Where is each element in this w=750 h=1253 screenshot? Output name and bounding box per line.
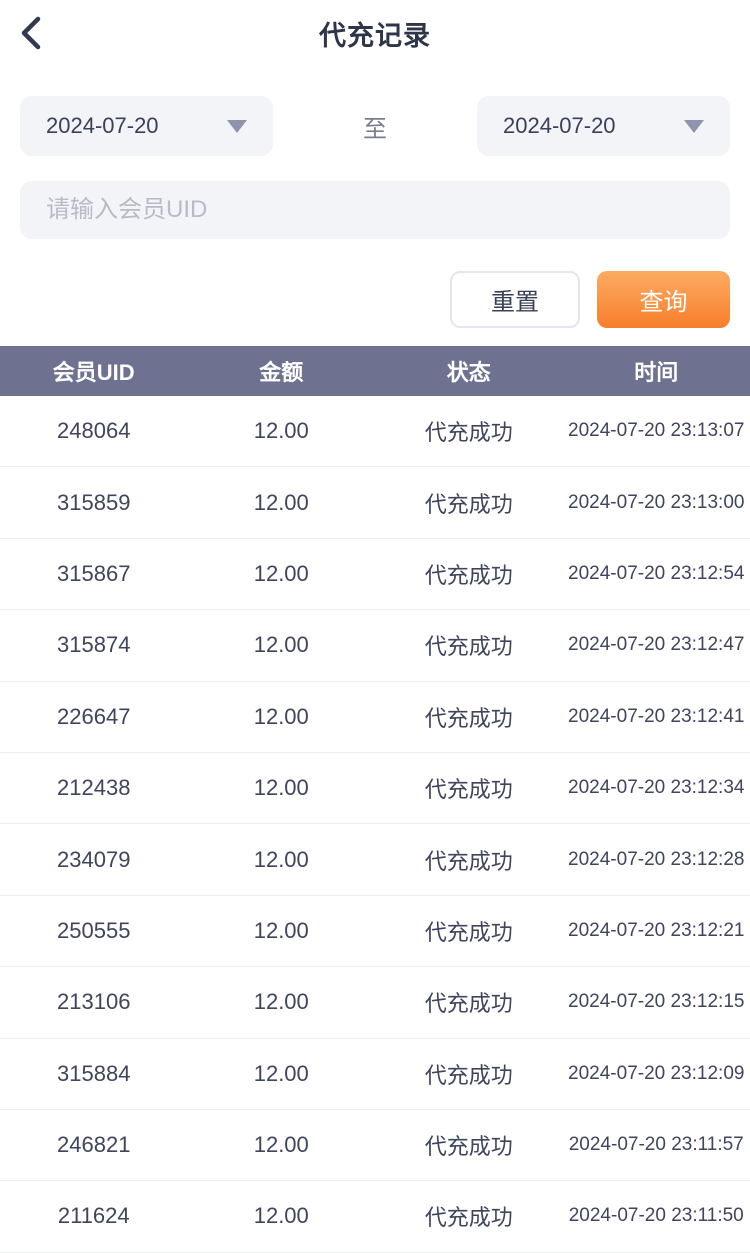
back-chevron-icon <box>19 15 43 51</box>
cell-amount: 12.00 <box>188 561 376 587</box>
cell-time: 2024-07-20 23:12:47 <box>563 634 750 656</box>
cell-time: 2024-07-20 23:11:57 <box>563 1134 750 1156</box>
cell-uid: 211624 <box>0 1203 188 1229</box>
cell-time: 2024-07-20 23:12:34 <box>563 777 750 799</box>
chevron-down-icon <box>684 120 704 133</box>
nav-bar: 代充记录 <box>0 0 750 66</box>
cell-amount: 12.00 <box>188 1061 376 1087</box>
chevron-down-icon <box>227 120 247 133</box>
cell-status: 代充成功 <box>375 1200 563 1232</box>
cell-status: 代充成功 <box>375 629 563 661</box>
cell-uid: 226647 <box>0 704 188 730</box>
table-row: 24806412.00代充成功2024-07-20 23:13:07 <box>0 396 750 467</box>
page-title: 代充记录 <box>319 14 431 53</box>
date-from-picker[interactable]: 2024-07-20 <box>20 96 273 156</box>
cell-time: 2024-07-20 23:11:50 <box>563 1205 750 1227</box>
cell-amount: 12.00 <box>188 704 376 730</box>
cell-time: 2024-07-20 23:12:15 <box>563 991 750 1013</box>
cell-amount: 12.00 <box>188 989 376 1015</box>
cell-amount: 12.00 <box>188 847 376 873</box>
cell-status: 代充成功 <box>375 915 563 947</box>
table-row: 31588412.00代充成功2024-07-20 23:12:09 <box>0 1039 750 1110</box>
cell-status: 代充成功 <box>375 487 563 519</box>
cell-time: 2024-07-20 23:12:09 <box>563 1063 750 1085</box>
range-separator: 至 <box>363 109 387 144</box>
cell-uid: 315859 <box>0 490 188 516</box>
cell-time: 2024-07-20 23:12:54 <box>563 563 750 585</box>
column-header-uid: 会员UID <box>0 355 188 387</box>
cell-time: 2024-07-20 23:13:00 <box>563 492 750 514</box>
cell-status: 代充成功 <box>375 415 563 447</box>
column-header-amount: 金额 <box>188 355 376 387</box>
cell-amount: 12.00 <box>188 632 376 658</box>
action-row: 重置 查询 <box>20 271 730 328</box>
records-table: 会员UID 金额 状态 时间 24806412.00代充成功2024-07-20… <box>0 346 750 1253</box>
cell-amount: 12.00 <box>188 918 376 944</box>
cell-time: 2024-07-20 23:12:41 <box>563 706 750 728</box>
table-row: 23407912.00代充成功2024-07-20 23:12:28 <box>0 824 750 895</box>
cell-amount: 12.00 <box>188 775 376 801</box>
cell-status: 代充成功 <box>375 1129 563 1161</box>
date-from-value: 2024-07-20 <box>46 113 159 139</box>
table-row: 31585912.00代充成功2024-07-20 23:13:00 <box>0 467 750 538</box>
cell-uid: 234079 <box>0 847 188 873</box>
cell-time: 2024-07-20 23:13:07 <box>563 420 750 442</box>
column-header-status: 状态 <box>375 355 563 387</box>
cell-amount: 12.00 <box>188 1132 376 1158</box>
query-button[interactable]: 查询 <box>597 271 730 328</box>
table-row: 21243812.00代充成功2024-07-20 23:12:34 <box>0 753 750 824</box>
cell-status: 代充成功 <box>375 701 563 733</box>
back-button[interactable] <box>10 12 52 54</box>
cell-uid: 315874 <box>0 632 188 658</box>
reset-button[interactable]: 重置 <box>450 271 580 328</box>
cell-uid: 315884 <box>0 1061 188 1087</box>
column-header-time: 时间 <box>563 355 750 387</box>
table-row: 31586712.00代充成功2024-07-20 23:12:54 <box>0 539 750 610</box>
cell-uid: 246821 <box>0 1132 188 1158</box>
cell-uid: 248064 <box>0 418 188 444</box>
table-body: 24806412.00代充成功2024-07-20 23:13:07315859… <box>0 396 750 1253</box>
cell-status: 代充成功 <box>375 1058 563 1090</box>
cell-amount: 12.00 <box>188 1203 376 1229</box>
cell-status: 代充成功 <box>375 844 563 876</box>
uid-input[interactable] <box>20 181 730 239</box>
cell-amount: 12.00 <box>188 490 376 516</box>
cell-uid: 315867 <box>0 561 188 587</box>
cell-uid: 250555 <box>0 918 188 944</box>
cell-uid: 213106 <box>0 989 188 1015</box>
cell-uid: 212438 <box>0 775 188 801</box>
cell-time: 2024-07-20 23:12:28 <box>563 849 750 871</box>
table-row: 22664712.00代充成功2024-07-20 23:12:41 <box>0 682 750 753</box>
table-header: 会员UID 金额 状态 时间 <box>0 346 750 396</box>
table-row: 21162412.00代充成功2024-07-20 23:11:50 <box>0 1181 750 1252</box>
cell-status: 代充成功 <box>375 986 563 1018</box>
table-row: 31587412.00代充成功2024-07-20 23:12:47 <box>0 610 750 681</box>
cell-amount: 12.00 <box>188 418 376 444</box>
date-to-picker[interactable]: 2024-07-20 <box>477 96 730 156</box>
cell-time: 2024-07-20 23:12:21 <box>563 920 750 942</box>
date-range-row: 2024-07-20 至 2024-07-20 <box>20 96 730 156</box>
table-row: 21310612.00代充成功2024-07-20 23:12:15 <box>0 967 750 1038</box>
recharge-records-page: 代充记录 2024-07-20 至 2024-07-20 重置 查询 会员UID… <box>0 0 750 1253</box>
table-row: 24682112.00代充成功2024-07-20 23:11:57 <box>0 1110 750 1181</box>
cell-status: 代充成功 <box>375 558 563 590</box>
cell-status: 代充成功 <box>375 772 563 804</box>
date-to-value: 2024-07-20 <box>503 113 616 139</box>
table-row: 25055512.00代充成功2024-07-20 23:12:21 <box>0 896 750 967</box>
